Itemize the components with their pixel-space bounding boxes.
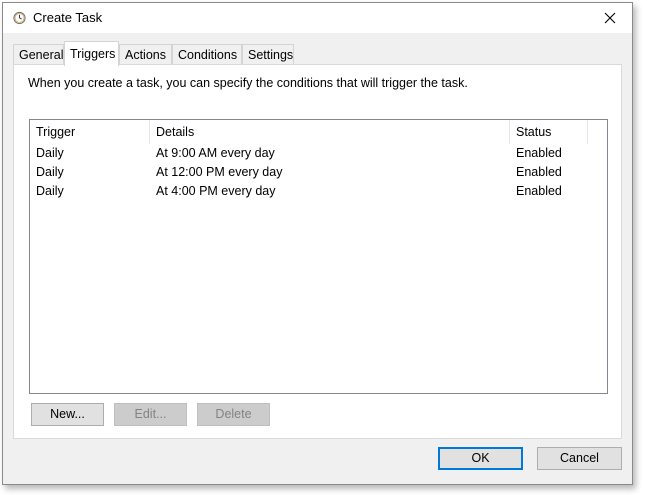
table-row[interactable]: Daily At 12:00 PM every day Enabled (30, 163, 607, 182)
row-status: Enabled (516, 165, 562, 179)
row-details: At 4:00 PM every day (156, 184, 276, 198)
create-task-dialog: Create Task General Triggers Actions Con… (2, 2, 633, 485)
delete-trigger-button[interactable]: Delete (197, 403, 270, 426)
cancel-button[interactable]: Cancel (537, 447, 622, 470)
row-status: Enabled (516, 146, 562, 160)
title-bar[interactable]: Create Task (3, 3, 632, 33)
new-trigger-button[interactable]: New... (31, 403, 104, 426)
close-icon (604, 12, 616, 24)
clock-icon (13, 11, 26, 25)
row-details: At 12:00 PM every day (156, 165, 283, 179)
ok-button[interactable]: OK (438, 447, 523, 470)
triggers-list[interactable]: Trigger Details Status Daily At 9:00 AM … (29, 119, 608, 394)
column-header-status[interactable]: Status (510, 120, 588, 144)
edit-trigger-button[interactable]: Edit... (114, 403, 187, 426)
row-status: Enabled (516, 184, 562, 198)
column-header-details[interactable]: Details (150, 120, 510, 144)
tab-conditions[interactable]: Conditions (172, 44, 242, 65)
tab-actions[interactable]: Actions (119, 44, 172, 65)
table-row[interactable]: Daily At 9:00 AM every day Enabled (30, 144, 607, 163)
list-header: Trigger Details Status (30, 120, 607, 144)
column-header-trigger[interactable]: Trigger (30, 120, 150, 144)
triggers-description: When you create a task, you can specify … (28, 76, 468, 90)
window-title: Create Task (33, 10, 103, 25)
row-trigger: Daily (36, 146, 64, 160)
tab-general[interactable]: General (13, 44, 64, 65)
row-details: At 9:00 AM every day (156, 146, 275, 160)
tab-settings[interactable]: Settings (242, 44, 294, 65)
triggers-panel: When you create a task, you can specify … (13, 64, 622, 439)
row-trigger: Daily (36, 184, 64, 198)
tab-triggers[interactable]: Triggers (64, 41, 119, 66)
table-row[interactable]: Daily At 4:00 PM every day Enabled (30, 182, 607, 201)
close-button[interactable] (588, 3, 632, 33)
row-trigger: Daily (36, 165, 64, 179)
